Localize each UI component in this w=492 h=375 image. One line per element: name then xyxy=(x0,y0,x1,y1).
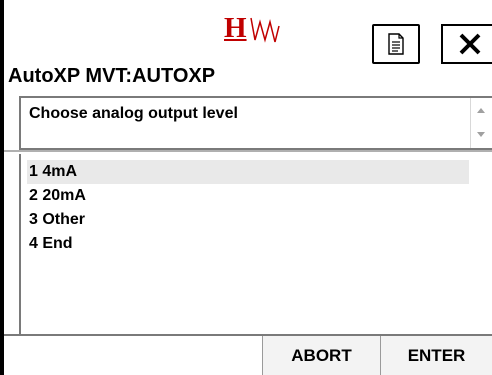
device-title: AutoXP MVT:AUTOXP xyxy=(8,65,216,87)
prompt-text: Choose analog output level xyxy=(29,105,238,122)
prompt-scrollbar[interactable] xyxy=(470,98,492,148)
close-icon xyxy=(459,33,480,55)
logo-letter: H xyxy=(224,12,247,44)
button-bar: ABORT ENTER xyxy=(4,334,492,375)
scroll-up-arrow-icon[interactable] xyxy=(477,108,485,113)
abort-button[interactable]: ABORT xyxy=(262,336,380,375)
menu-item-4ma[interactable]: 1 4mA xyxy=(27,160,469,184)
document-button[interactable] xyxy=(372,24,420,64)
hart-communicator-window: H AutoXP MVT:AUTOXP Choose analog output… xyxy=(0,0,492,375)
scroll-down-arrow-icon[interactable] xyxy=(477,132,485,137)
prompt-box: Choose analog output level xyxy=(19,96,492,150)
section-divider xyxy=(4,150,492,152)
title-bar: H xyxy=(4,0,492,64)
menu-item-other[interactable]: 3 Other xyxy=(27,208,469,232)
menu-item-end[interactable]: 4 End xyxy=(27,232,469,256)
hart-wave-icon xyxy=(250,17,280,43)
close-button[interactable] xyxy=(441,24,492,64)
menu-list: 1 4mA 2 20mA 3 Other 4 End xyxy=(19,154,492,334)
enter-button[interactable]: ENTER xyxy=(380,336,492,375)
document-icon xyxy=(388,33,404,55)
hart-logo: H xyxy=(224,14,280,50)
menu-item-20ma[interactable]: 2 20mA xyxy=(27,184,469,208)
